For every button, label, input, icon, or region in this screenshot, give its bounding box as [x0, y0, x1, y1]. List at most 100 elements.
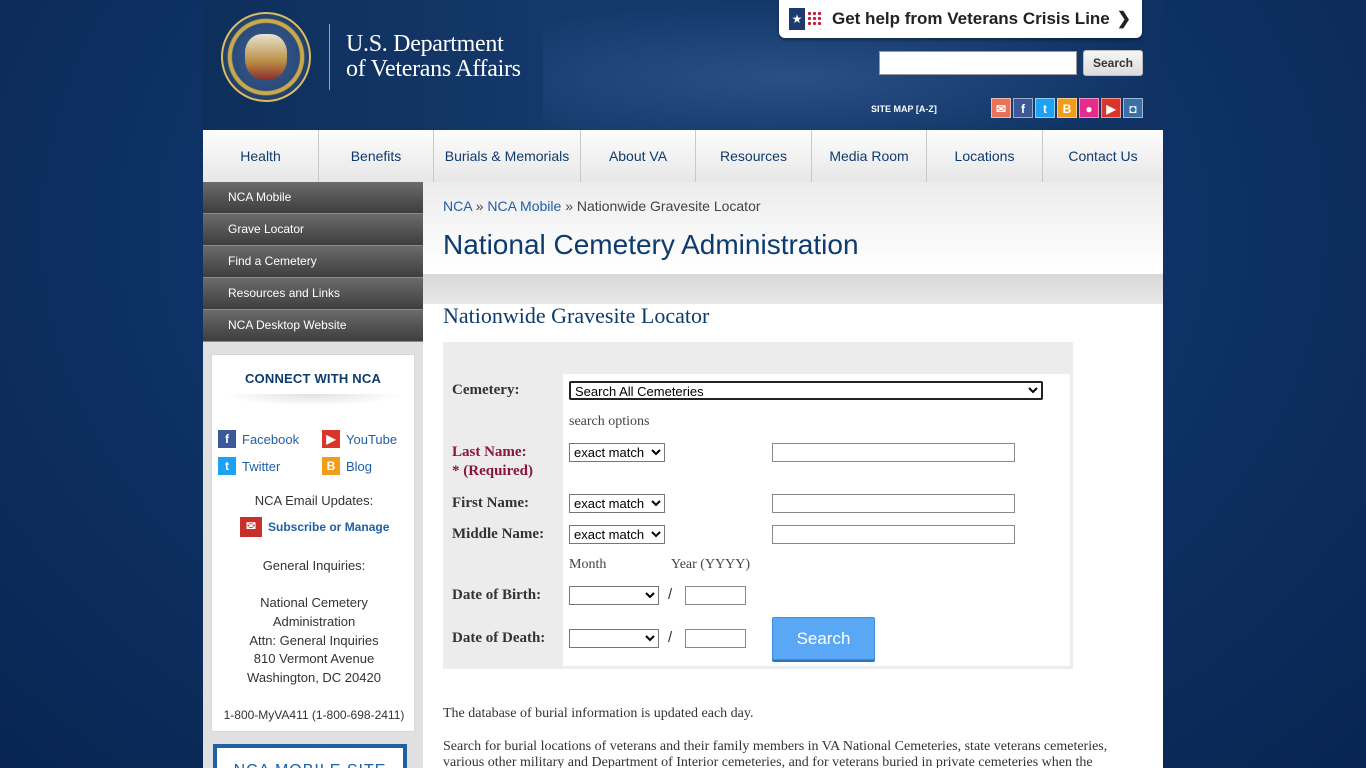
breadcrumb-nca-mobile[interactable]: NCA Mobile	[487, 198, 561, 214]
twitter-icon: t	[218, 457, 236, 475]
va-seal-logo[interactable]	[221, 12, 311, 102]
page-title: National Cemetery Administration	[443, 229, 859, 260]
first-name-input[interactable]	[772, 494, 1015, 513]
star-icon: ★	[789, 8, 805, 30]
connect-title: CONNECT WITH NCA	[244, 371, 382, 386]
nav-health[interactable]: Health	[203, 130, 319, 182]
email-icon[interactable]: ✉	[991, 98, 1011, 118]
cemetery-label: Cemetery:	[452, 382, 520, 398]
dod-month-select[interactable]	[569, 629, 659, 648]
youtube-icon[interactable]: ▶	[1101, 98, 1121, 118]
address-line-5: Washington, DC 20420	[247, 670, 381, 685]
address-line-2: Administration	[272, 614, 356, 629]
nav-burials-memorials[interactable]: Burials & Memorials	[434, 130, 581, 182]
breadcrumb: NCA » NCA Mobile » Nationwide Gravesite …	[443, 198, 761, 214]
site-map-link[interactable]: SITE MAP [A-Z]	[871, 104, 937, 114]
cemetery-select[interactable]: Search All Cemeteries	[569, 381, 1043, 400]
update-notice: The database of burial information is up…	[443, 706, 754, 721]
required-note: * (Required)	[452, 463, 533, 479]
year-label: Year (YYYY)	[671, 557, 751, 572]
dob-label: Date of Birth:	[452, 587, 542, 603]
sidebar-item-desktop-website[interactable]: NCA Desktop Website	[203, 310, 423, 342]
dept-line-2: of Veterans Affairs	[346, 56, 521, 82]
sidebar-item-find-cemetery[interactable]: Find a Cemetery	[203, 246, 423, 278]
phone-number[interactable]: 1-800-MyVA411 (1-800-698-2411)	[212, 708, 416, 722]
month-label: Month	[569, 557, 607, 572]
left-sidebar: NCA Mobile Grave Locator Find a Cemetery…	[203, 182, 423, 768]
sidebar-item-grave-locator[interactable]: Grave Locator	[203, 214, 423, 246]
facebook-icon[interactable]: f	[1013, 98, 1033, 118]
flickr-icon[interactable]: ●	[1079, 98, 1099, 118]
sidebar-item-nca-mobile[interactable]: NCA Mobile	[203, 182, 423, 214]
nav-about-va[interactable]: About VA	[581, 130, 696, 182]
facebook-link[interactable]: f Facebook	[218, 430, 299, 448]
subscribe-link[interactable]: ✉ Subscribe or Manage	[240, 517, 389, 537]
last-name-label: Last Name:	[452, 444, 527, 460]
search-options-label: search options	[569, 414, 650, 429]
dept-line-1: U.S. Department	[346, 31, 504, 57]
nav-contact-us[interactable]: Contact Us	[1043, 130, 1163, 182]
twitter-link[interactable]: t Twitter	[218, 457, 280, 475]
youtube-link[interactable]: ▶ YouTube	[322, 430, 397, 448]
gravesite-search-button[interactable]: Search	[772, 617, 875, 660]
address-line-4: 810 Vermont Avenue	[253, 651, 375, 666]
title-shadow	[222, 394, 404, 406]
blog-icon[interactable]: B	[1057, 98, 1077, 118]
dob-separator: /	[668, 586, 673, 603]
middle-name-input[interactable]	[772, 525, 1015, 544]
dots-icon	[807, 11, 823, 27]
youtube-label: YouTube	[346, 431, 398, 447]
envelope-icon: ✉	[240, 517, 262, 537]
gravesite-search-form: Cemetery: Search All Cemeteries search o…	[443, 342, 1073, 669]
youtube-icon: ▶	[322, 430, 340, 448]
middle-name-match-select[interactable]: exact match	[569, 525, 665, 544]
site-header: U.S. Department of Veterans Affairs ★ Ge…	[203, 0, 1163, 130]
breadcrumb-nca[interactable]: NCA	[443, 198, 472, 214]
site-search-input[interactable]	[879, 51, 1077, 75]
locator-title: Nationwide Gravesite Locator	[443, 303, 710, 328]
dod-separator: /	[668, 629, 673, 646]
first-name-match-select[interactable]: exact match	[569, 494, 665, 513]
last-name-input[interactable]	[772, 443, 1015, 462]
site-search-button[interactable]: Search	[1083, 50, 1143, 76]
middle-name-label: Middle Name:	[452, 526, 545, 542]
crisis-line-logo-icon: ★	[789, 8, 823, 30]
eagle-emblem	[245, 34, 287, 80]
header-divider	[329, 24, 330, 90]
nca-mobile-site-banner[interactable]: NCA MOBILE SITE	[213, 744, 407, 768]
twitter-label: Twitter	[242, 458, 281, 474]
sidebar-item-resources-links[interactable]: Resources and Links	[203, 278, 423, 310]
page-wrapper: U.S. Department of Veterans Affairs ★ Ge…	[203, 0, 1163, 768]
nav-locations[interactable]: Locations	[927, 130, 1043, 182]
breadcrumb-separator: »	[565, 198, 573, 214]
breadcrumb-current: Nationwide Gravesite Locator	[576, 198, 761, 214]
facebook-label: Facebook	[242, 431, 300, 447]
header-social-icons: ✉ f t B ● ▶ ◘	[991, 98, 1143, 118]
dod-year-input[interactable]	[685, 629, 746, 648]
nav-benefits[interactable]: Benefits	[319, 130, 434, 182]
department-name[interactable]: U.S. Department of Veterans Affairs	[346, 32, 521, 82]
twitter-icon[interactable]: t	[1035, 98, 1055, 118]
blog-label: Blog	[346, 458, 373, 474]
first-name-label: First Name:	[452, 495, 530, 511]
blog-link[interactable]: B Blog	[322, 457, 372, 475]
veterans-crisis-line-button[interactable]: ★ Get help from Veterans Crisis Line ❯	[779, 0, 1142, 38]
sub-band	[423, 274, 1163, 304]
main-content: NCA » NCA Mobile » Nationwide Gravesite …	[423, 182, 1163, 768]
address-line-3: Attn: General Inquiries	[249, 633, 379, 648]
main-navigation: Health Benefits Burials & Memorials Abou…	[203, 130, 1163, 182]
email-updates-label: NCA Email Updates:	[254, 493, 374, 508]
breadcrumb-separator: »	[475, 198, 484, 214]
subscribe-label: Subscribe or Manage	[268, 520, 390, 534]
facebook-icon: f	[218, 430, 236, 448]
nav-resources[interactable]: Resources	[696, 130, 812, 182]
nav-media-room[interactable]: Media Room	[812, 130, 927, 182]
general-inquiries-label: General Inquiries:	[262, 558, 366, 573]
search-description: Search for burial locations of veterans …	[443, 739, 1108, 768]
last-name-match-select[interactable]: exact match	[569, 443, 665, 462]
instagram-icon[interactable]: ◘	[1123, 98, 1143, 118]
dod-label: Date of Death:	[452, 630, 546, 646]
dob-year-input[interactable]	[685, 586, 746, 605]
dob-month-select[interactable]	[569, 586, 659, 605]
blog-icon: B	[322, 457, 340, 475]
